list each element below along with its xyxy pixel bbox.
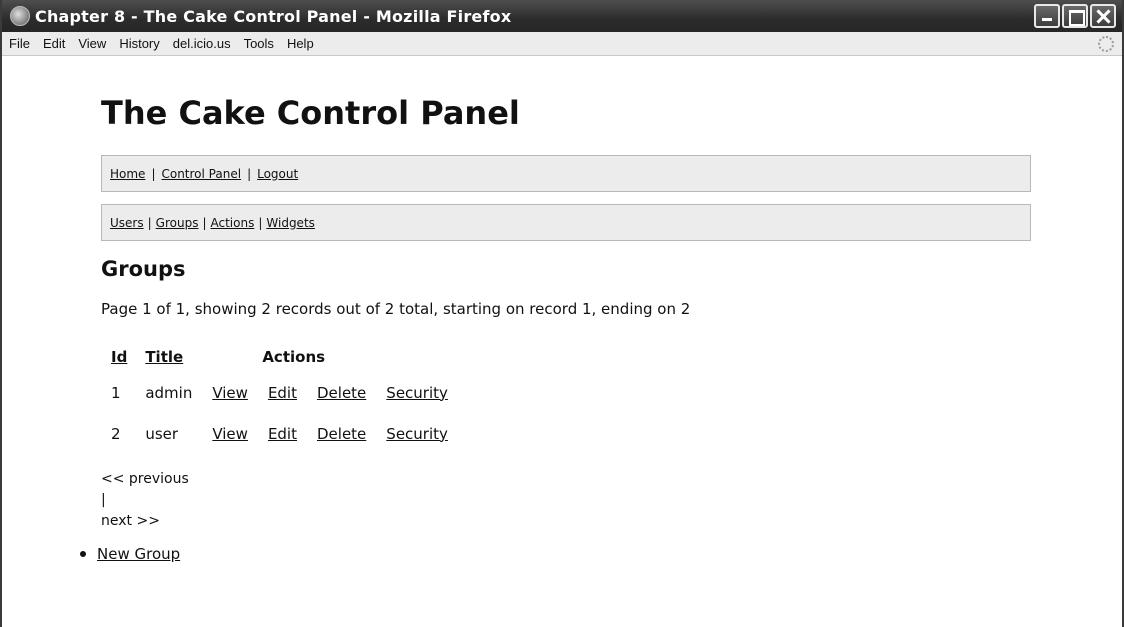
page-content: The Cake Control Panel Home | Control Pa… [2, 57, 1122, 627]
browser-window: Chapter 8 - The Cake Control Panel - Moz… [0, 0, 1124, 627]
menu-help[interactable]: Help [287, 36, 314, 51]
nav-separator: | [147, 215, 152, 230]
table-row: 2 user View Edit Delete Security [103, 413, 458, 454]
minimize-button[interactable] [1034, 4, 1060, 28]
menu-file[interactable]: File [9, 36, 30, 51]
nav-widgets-link[interactable]: Widgets [266, 216, 315, 230]
column-header-actions: Actions [262, 348, 326, 366]
firefox-icon [10, 6, 30, 26]
view-link[interactable]: View [212, 384, 248, 402]
new-group-link[interactable]: New Group [97, 545, 180, 563]
nav-separator: | [258, 215, 263, 230]
sort-id-link[interactable]: Id [111, 348, 127, 366]
cell-id: 2 [111, 424, 121, 443]
close-button[interactable] [1090, 4, 1116, 28]
nav-control-panel-link[interactable]: Control Panel [161, 167, 241, 181]
page-title: The Cake Control Panel [101, 94, 520, 132]
nav-actions-link[interactable]: Actions [211, 216, 255, 230]
previous-link: << previous [101, 471, 189, 487]
new-group-item: New Group [80, 545, 180, 563]
next-link: next >> [101, 513, 160, 529]
cell-id: 1 [111, 383, 121, 402]
delete-link[interactable]: Delete [317, 384, 366, 402]
menu-history[interactable]: History [119, 36, 159, 51]
menu-tools[interactable]: Tools [244, 36, 274, 51]
nav-home-link[interactable]: Home [110, 167, 145, 181]
menu-bar: File Edit View History del.icio.us Tools… [2, 32, 1122, 56]
pagination-summary: Page 1 of 1, showing 2 records out of 2 … [101, 300, 691, 318]
bullet-icon [80, 551, 86, 557]
cell-title: admin [145, 383, 193, 402]
throbber-icon [1098, 36, 1114, 52]
table-row: 1 admin View Edit Delete Security [103, 372, 458, 413]
security-link[interactable]: Security [386, 425, 448, 443]
menu-delicious[interactable]: del.icio.us [173, 36, 231, 51]
nav-logout-link[interactable]: Logout [257, 167, 298, 181]
table-header-row: Id Title Actions [103, 342, 458, 372]
view-link[interactable]: View [212, 425, 248, 443]
pager: << previous | next >> [101, 469, 189, 532]
nav-separator: | [202, 215, 207, 230]
primary-nav: Home | Control Panel | Logout [101, 155, 1031, 192]
window-title: Chapter 8 - The Cake Control Panel - Moz… [35, 6, 512, 26]
column-header-id[interactable]: Id [103, 342, 137, 372]
window-controls [1034, 4, 1116, 28]
column-header-title[interactable]: Title [137, 342, 202, 372]
nav-separator: | [151, 166, 156, 181]
cell-title: user [145, 424, 179, 443]
nav-separator: | [247, 166, 252, 181]
delete-link[interactable]: Delete [317, 425, 366, 443]
menu-view[interactable]: View [78, 36, 106, 51]
secondary-nav: Users | Groups | Actions | Widgets [101, 204, 1031, 241]
title-bar: Chapter 8 - The Cake Control Panel - Moz… [2, 0, 1122, 32]
security-link[interactable]: Security [386, 384, 448, 402]
nav-users-link[interactable]: Users [110, 216, 144, 230]
sort-title-link[interactable]: Title [145, 348, 183, 366]
menu-edit[interactable]: Edit [43, 36, 65, 51]
pager-separator: | [101, 492, 106, 508]
section-title: Groups [101, 257, 186, 281]
groups-table: Id Title Actions 1 admin View Edit Delet… [103, 342, 458, 454]
nav-groups-link[interactable]: Groups [156, 216, 199, 230]
maximize-button[interactable] [1062, 4, 1088, 28]
edit-link[interactable]: Edit [268, 384, 297, 402]
edit-link[interactable]: Edit [268, 425, 297, 443]
